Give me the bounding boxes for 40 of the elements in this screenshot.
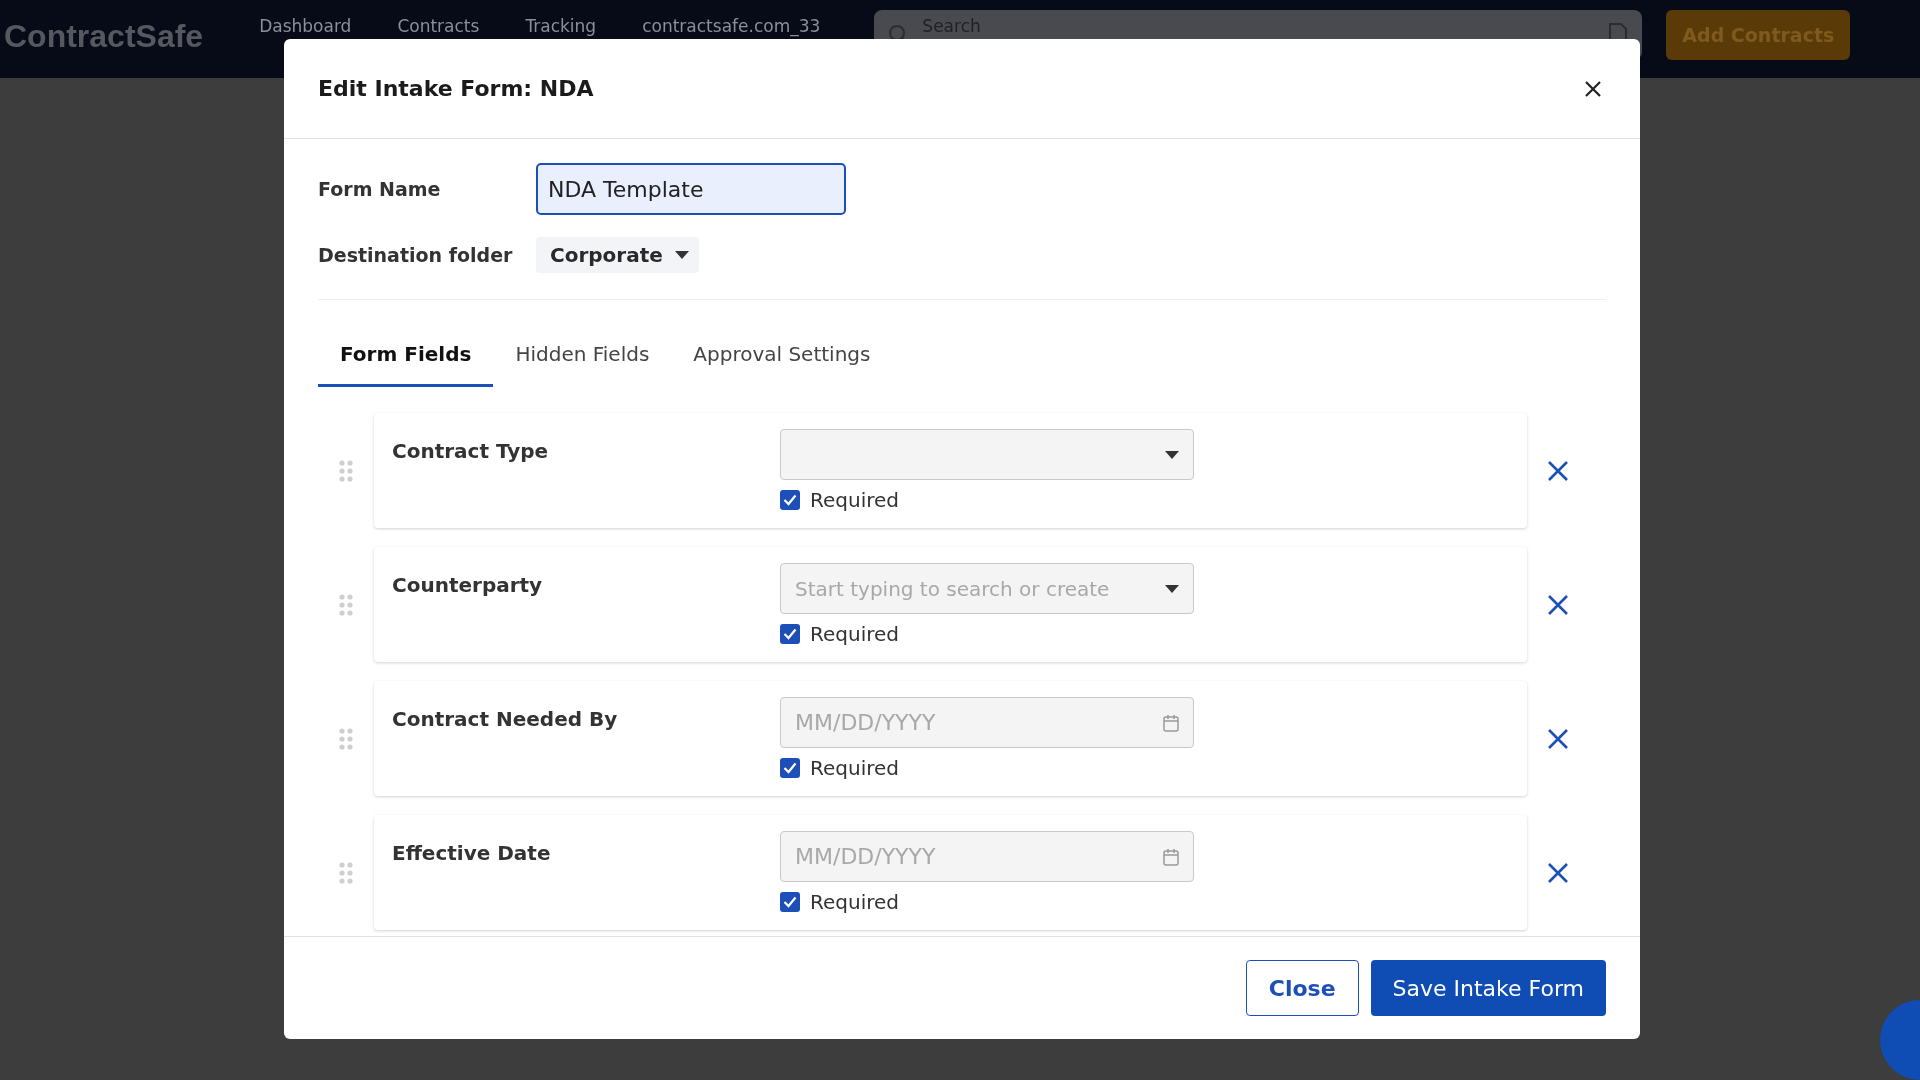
- save-intake-form-button[interactable]: Save Intake Form: [1370, 960, 1606, 1016]
- nav-link[interactable]: Tracking: [525, 16, 597, 36]
- caret-icon: [1165, 450, 1179, 459]
- nav-link[interactable]: Contracts: [397, 16, 480, 36]
- nav-link[interactable]: contractsafe.com_33: [642, 16, 821, 36]
- placeholder: MM/DD/YYYY: [795, 844, 936, 869]
- required-checkbox[interactable]: Required: [780, 488, 1194, 512]
- field-name: Contract Type: [392, 438, 550, 465]
- drag-handle-icon[interactable]: [339, 727, 353, 750]
- check-icon: [783, 628, 797, 640]
- dialog-title: Edit Intake Form: NDA: [318, 76, 594, 101]
- field-label: Destination folder: [318, 244, 514, 266]
- drag-handle-icon[interactable]: [339, 861, 353, 884]
- caret-icon: [1165, 584, 1179, 593]
- field-name: Contract Needed By: [392, 706, 619, 733]
- required-checkbox[interactable]: Required: [780, 890, 1194, 914]
- select-field[interactable]: [780, 429, 1194, 480]
- caret-icon: [674, 251, 689, 259]
- drag-handle-icon[interactable]: [339, 593, 353, 616]
- calendar-icon: [1163, 847, 1179, 866]
- nav-link[interactable]: Dashboard: [259, 16, 352, 36]
- close-button[interactable]: Close: [1245, 960, 1359, 1016]
- check-icon: [783, 762, 797, 774]
- logo: ContractSafe: [4, 18, 204, 55]
- tab[interactable]: Form Fields: [318, 336, 494, 387]
- calendar-icon: [1163, 713, 1179, 732]
- check-icon: [783, 494, 797, 506]
- field-name: Effective Date: [392, 840, 552, 867]
- tab[interactable]: Hidden Fields: [493, 336, 672, 387]
- required-checkbox[interactable]: Required: [780, 756, 1194, 780]
- check-icon: [783, 896, 797, 908]
- form-name-input[interactable]: NDA Template: [536, 163, 846, 215]
- tab[interactable]: Approval Settings: [671, 336, 893, 387]
- placeholder: Start typing to search or create: [795, 576, 1110, 601]
- required-checkbox[interactable]: Required: [780, 622, 1194, 646]
- field-label: Form Name: [318, 178, 442, 200]
- placeholder: MM/DD/YYYY: [795, 710, 936, 735]
- drag-handle-icon[interactable]: [339, 459, 353, 482]
- folder-dropdown[interactable]: Corporate: [536, 237, 699, 273]
- field-name: Counterparty: [392, 572, 544, 599]
